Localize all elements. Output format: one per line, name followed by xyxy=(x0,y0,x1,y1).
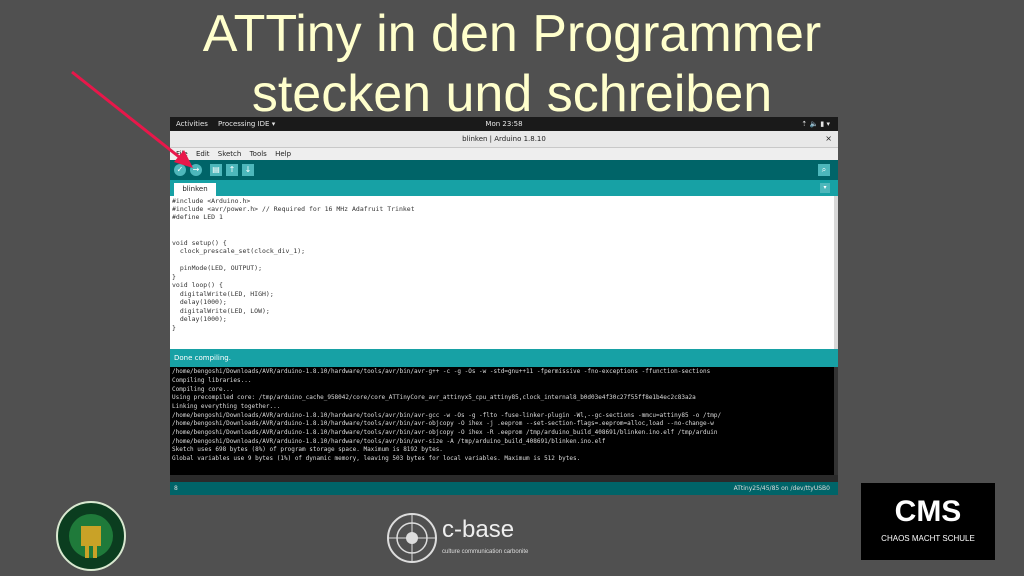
cms-logo-text: CHAOS MACHT SCHULE xyxy=(881,534,975,543)
console-line: Global variables use 9 bytes (1%) of dyn… xyxy=(172,455,581,462)
toolbar: ✓ → ▤ ↑ ↓ ⌕ xyxy=(170,160,838,180)
gnome-top-bar: Activities Processing IDE ▾ Mon 23:58 ⇡ … xyxy=(170,117,838,131)
menu-file[interactable]: File xyxy=(176,150,188,158)
tab-blinken[interactable]: blinken xyxy=(174,183,216,196)
code-line: clock_prescale_set(clock_div_1); xyxy=(172,247,306,255)
menu-edit[interactable]: Edit xyxy=(196,150,210,158)
line-number: 8 xyxy=(174,485,178,492)
console-output[interactable]: /home/bengoshi/Downloads/AVR/arduino-1.8… xyxy=(170,367,834,475)
window-title: blinken | Arduino 1.8.10 xyxy=(462,135,546,143)
code-line: pinMode(LED, OUTPUT); xyxy=(172,264,263,272)
console-line: /home/bengoshi/Downloads/AVR/arduino-1.8… xyxy=(172,420,714,427)
chaos-macht-schule-logo: CMS CHAOS MACHT SCHULE xyxy=(861,483,995,560)
tab-menu-chevron-down-icon[interactable]: ▾ xyxy=(820,183,830,193)
hack-makespace-logo xyxy=(56,501,126,571)
clock[interactable]: Mon 23:58 xyxy=(170,117,838,131)
console-line: Sketch uses 698 bytes (8%) of program st… xyxy=(172,446,443,453)
upload-button[interactable]: → xyxy=(190,164,202,176)
code-line: delay(1000); xyxy=(172,298,227,306)
console-scrollbar[interactable] xyxy=(834,367,838,475)
c-base-emblem-icon xyxy=(387,513,437,563)
close-icon[interactable]: × xyxy=(825,131,832,147)
console-line: /home/bengoshi/Downloads/AVR/arduino-1.8… xyxy=(172,368,711,375)
status-bar: Done compiling. xyxy=(170,349,838,367)
footer-bar: 8 ATtiny25/45/85 on /dev/ttyUSB0 xyxy=(170,482,838,495)
c-base-wordmark: c-base xyxy=(442,516,515,543)
menu-sketch[interactable]: Sketch xyxy=(218,150,242,158)
cms-logo-letters: CMS xyxy=(894,495,962,528)
menu-bar: File Edit Sketch Tools Help xyxy=(170,148,838,160)
console-line: Using precompiled core: /tmp/arduino_cac… xyxy=(172,394,696,401)
window-titlebar: blinken | Arduino 1.8.10 × xyxy=(170,131,838,148)
editor-scrollbar[interactable] xyxy=(834,196,838,349)
arduino-ide-screenshot: Activities Processing IDE ▾ Mon 23:58 ⇡ … xyxy=(170,117,838,495)
code-line: void loop() { xyxy=(172,281,223,289)
board-info: ATtiny25/45/85 on /dev/ttyUSB0 xyxy=(733,485,830,492)
open-button[interactable]: ↑ xyxy=(226,164,238,176)
code-line: delay(1000); xyxy=(172,315,227,323)
tab-bar: blinken ▾ xyxy=(170,180,838,196)
c-base-tagline: culture communication carbonite xyxy=(442,549,529,555)
save-button[interactable]: ↓ xyxy=(242,164,254,176)
console-line: Linking everything together... xyxy=(172,403,281,410)
verify-button[interactable]: ✓ xyxy=(174,164,186,176)
system-tray[interactable]: ⇡ 🔈 ▮ ▾ xyxy=(801,117,830,131)
code-editor[interactable]: #include <Arduino.h> #include <avr/power… xyxy=(170,196,834,349)
code-line: } xyxy=(172,324,176,332)
new-sketch-button[interactable]: ▤ xyxy=(210,164,222,176)
console-line: /home/bengoshi/Downloads/AVR/arduino-1.8… xyxy=(172,429,718,436)
slide-title-line-2: stecken und schreiben xyxy=(251,65,773,123)
menu-help[interactable]: Help xyxy=(275,150,291,158)
console-horizontal-scrollbar[interactable] xyxy=(170,475,838,482)
console-line: Compiling libraries... xyxy=(172,377,252,384)
status-text: Done compiling. xyxy=(174,354,231,362)
code-line: #define LED 1 xyxy=(172,213,223,221)
menu-tools[interactable]: Tools xyxy=(250,150,267,158)
serial-monitor-icon[interactable]: ⌕ xyxy=(818,164,830,176)
slide-title-line-1: ATTiny in den Programmer xyxy=(202,5,822,63)
